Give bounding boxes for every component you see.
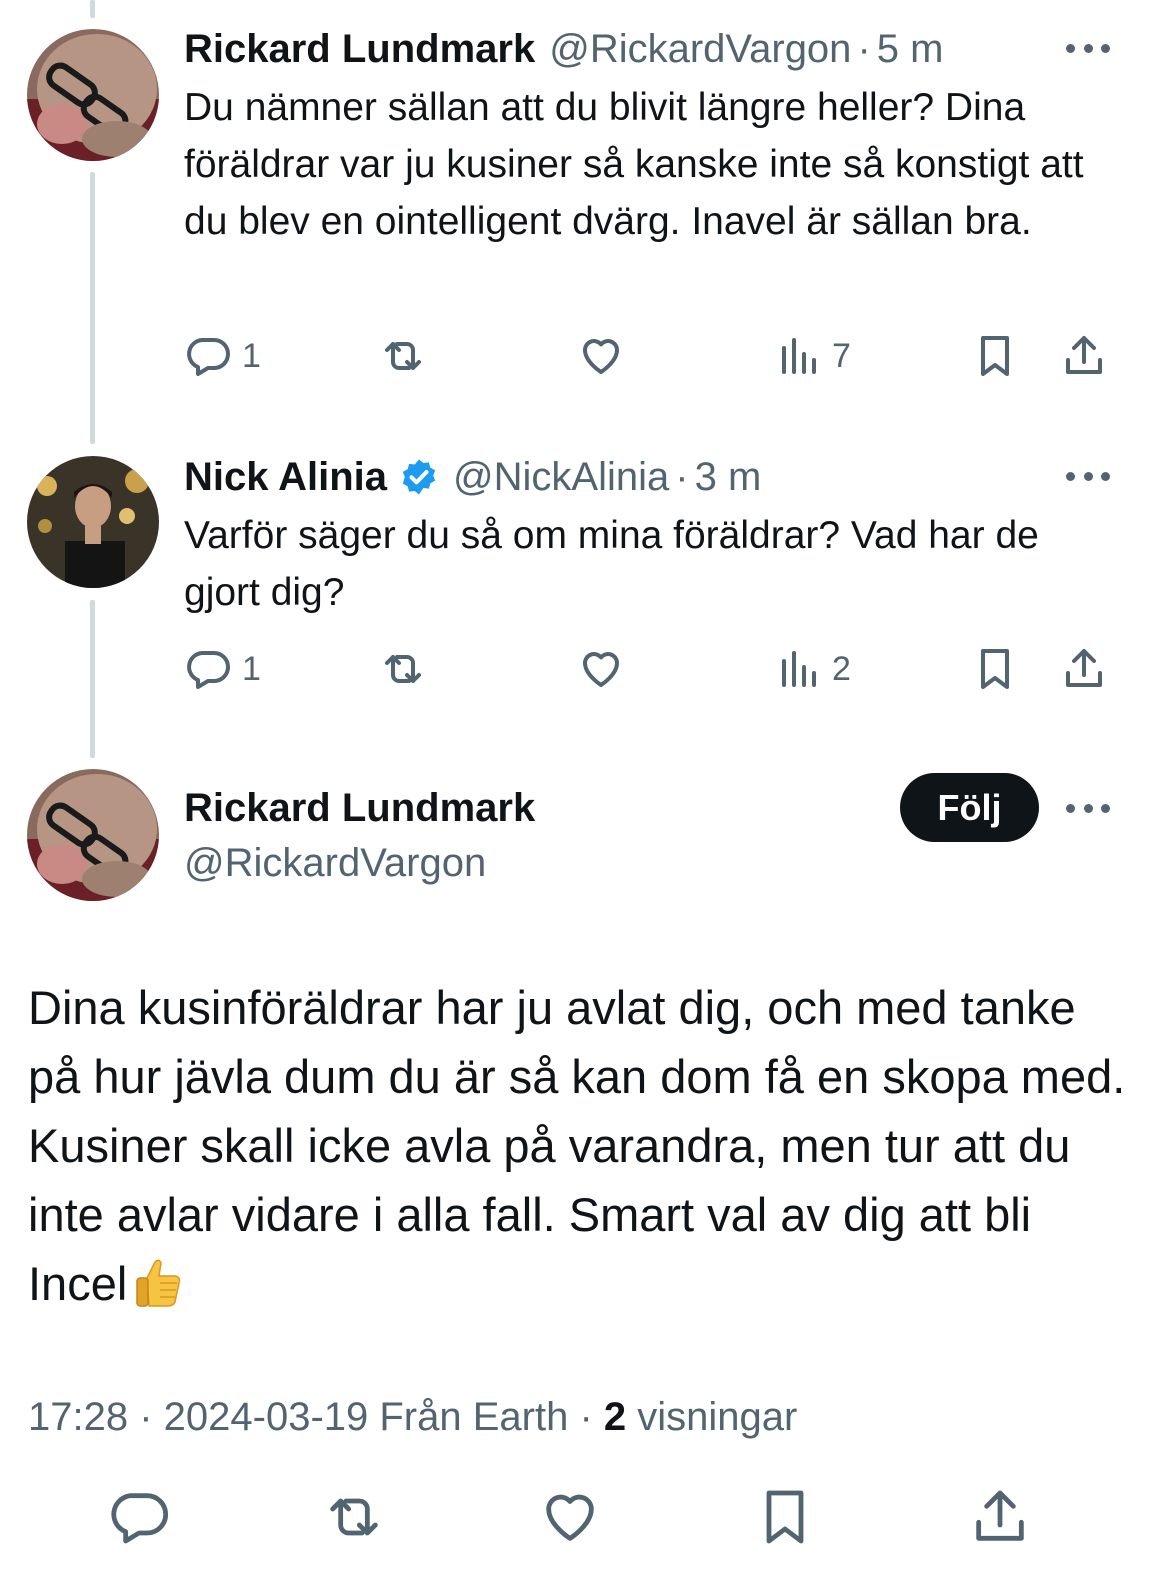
tweet-2[interactable]: Nick Alinia @NickAlinia · 3 m Varför säg… (0, 440, 1168, 760)
avatar-rickard (27, 769, 159, 901)
views-button[interactable]: 2 (774, 639, 851, 699)
tweet-1[interactable]: Rickard Lundmark @RickardVargon · 5 m Du… (0, 0, 1168, 440)
avatar[interactable] (27, 769, 159, 901)
bookmark-icon (766, 1490, 804, 1544)
action-bar: 1 7 (184, 326, 1119, 386)
views-label: visningar (626, 1395, 798, 1439)
views-icon (782, 651, 816, 687)
main-tweet-text: Dina kusinföräldrar har ju avlat dig, oc… (28, 973, 1138, 1318)
share-button[interactable] (968, 1485, 1032, 1549)
avatar[interactable] (27, 456, 159, 588)
avatar[interactable] (27, 29, 159, 161)
retweet-icon (330, 1498, 378, 1536)
share-icon (1066, 649, 1102, 687)
follow-button[interactable]: Följ (900, 773, 1039, 842)
reply-icon (187, 338, 230, 376)
reply-button[interactable]: 1 (184, 326, 261, 386)
bookmark-icon (981, 649, 1009, 689)
retweet-icon (385, 655, 421, 683)
heart-icon (583, 339, 619, 374)
retweet-button[interactable] (379, 639, 427, 699)
reply-icon (111, 1493, 168, 1544)
like-button[interactable] (577, 326, 625, 386)
heart-icon (546, 1494, 594, 1541)
verified-badge-icon (399, 457, 439, 497)
heart-icon (583, 652, 619, 687)
timestamp-date-source: 17:28 · 2024-03-19 Från Earth · (28, 1395, 604, 1439)
tweet-text: Du nämner sällan att du blivit längre he… (184, 86, 1084, 243)
action-bar: 1 2 (184, 639, 1119, 699)
reply-button[interactable]: 1 (184, 639, 261, 699)
separator-dot: · (857, 27, 871, 71)
views-count: 2 (603, 1395, 627, 1439)
avatar-rickard (27, 29, 159, 161)
bookmark-button[interactable] (971, 639, 1019, 699)
share-button[interactable] (1060, 639, 1108, 699)
author-handle[interactable]: @RickardVargon (549, 24, 851, 74)
like-button[interactable] (538, 1485, 602, 1549)
views-count: 2 (832, 649, 851, 688)
separator-dot: · (675, 455, 689, 499)
tweet-metadata: 17:28 · 2024-03-19 Från Earth · 2 visnin… (28, 1390, 797, 1444)
share-button[interactable] (1060, 326, 1108, 386)
like-button[interactable] (577, 639, 625, 699)
views-icon (782, 338, 816, 374)
more-icon[interactable] (1066, 470, 1110, 482)
more-icon[interactable] (1066, 42, 1110, 54)
tweet-text: Varför säger du så om mina föräldrar? Va… (184, 514, 1039, 614)
bookmark-icon (981, 336, 1009, 376)
share-icon (976, 1490, 1024, 1541)
bookmark-button[interactable] (971, 326, 1019, 386)
retweet-icon (385, 342, 421, 370)
bookmark-button[interactable] (753, 1485, 817, 1549)
more-icon[interactable] (1066, 802, 1110, 814)
retweet-button[interactable] (322, 1485, 386, 1549)
reply-count: 1 (242, 649, 261, 688)
author-name[interactable]: Rickard Lundmark (184, 783, 535, 833)
reply-count: 1 (242, 336, 261, 375)
share-icon (1066, 336, 1102, 374)
thumbs-up-icon (129, 1254, 185, 1310)
timestamp[interactable]: 3 m (695, 452, 762, 502)
reply-button[interactable] (107, 1485, 171, 1549)
avatar-nick (27, 456, 159, 588)
views-button[interactable]: 7 (774, 326, 851, 386)
main-tweet-text-content: Dina kusinföräldrar har ju avlat dig, oc… (28, 981, 1126, 1310)
author-handle[interactable]: @NickAlinia (453, 452, 669, 502)
main-action-bar (0, 1485, 1168, 1555)
retweet-button[interactable] (379, 326, 427, 386)
views-count: 7 (832, 336, 851, 375)
author-handle[interactable]: @RickardVargon (184, 838, 486, 888)
timestamp[interactable]: 5 m (877, 24, 944, 74)
reply-icon (187, 651, 230, 689)
author-name[interactable]: Nick Alinia (184, 452, 387, 502)
author-name[interactable]: Rickard Lundmark (184, 24, 535, 74)
